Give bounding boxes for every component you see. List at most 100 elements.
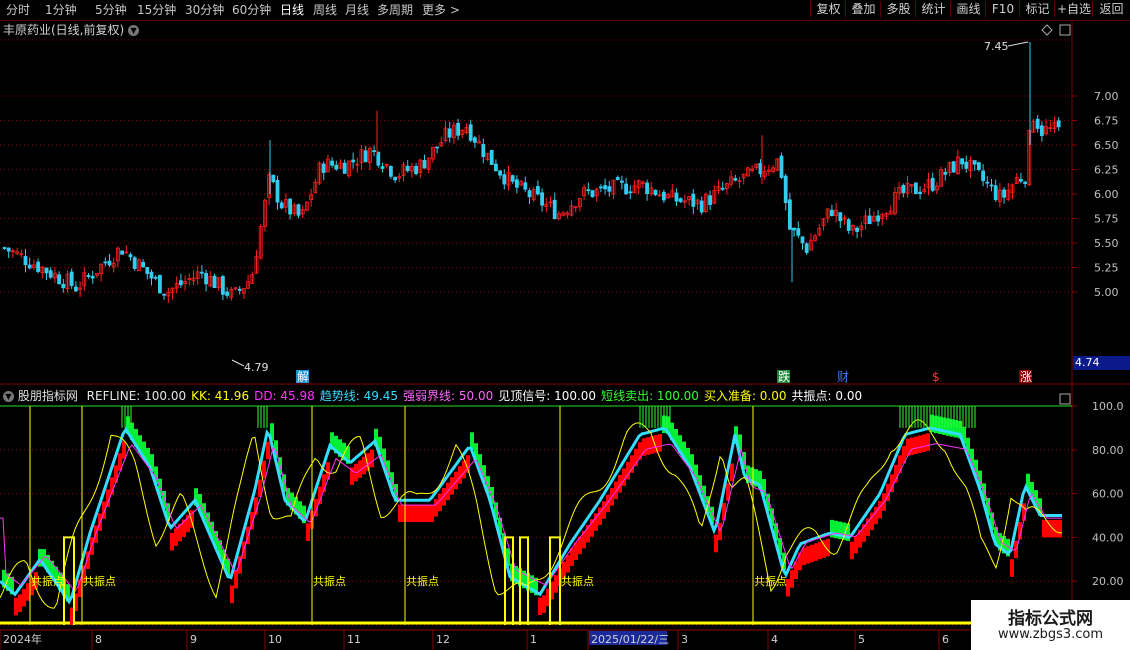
indicator-item: DD: 45.98 (254, 389, 315, 403)
candle-body (615, 177, 620, 181)
candle-body (481, 144, 486, 157)
trend-bar (874, 506, 878, 525)
watermark-url: www.zbgs3.com (997, 627, 1104, 642)
candle-body (178, 280, 183, 286)
candle-body (981, 170, 985, 182)
candle-body (120, 250, 124, 255)
candle-body (515, 179, 519, 188)
candle-body (393, 176, 398, 181)
candle-body (779, 155, 784, 178)
trend-bar (658, 434, 662, 452)
candle-body (162, 293, 167, 296)
watermark: 指标公式网 www.zbgs3.com (971, 600, 1130, 650)
trend-bar (18, 594, 22, 613)
candle-body (388, 165, 393, 177)
trend-bar (730, 463, 734, 482)
candle-body (1023, 181, 1027, 184)
candle-body (536, 186, 540, 195)
trend-bar (722, 502, 726, 521)
candle-body (405, 165, 410, 172)
time-label: 11 (347, 633, 361, 646)
time-label: 1 (530, 633, 537, 646)
candle-body (372, 150, 377, 153)
candle-body (199, 271, 204, 274)
trend-bar (370, 449, 374, 468)
chevron-down-icon[interactable]: ▼ (128, 25, 140, 36)
symbol-title[interactable]: 丰原药业(日线,前复权) ▼ (3, 21, 140, 38)
candle-body (204, 273, 209, 285)
trend-bar (430, 504, 434, 523)
indicator-item: 买入准备: 0.00 (703, 389, 787, 403)
time-label: 9 (190, 633, 197, 646)
candle-body (796, 228, 801, 236)
candle-body (930, 177, 935, 191)
candle-body (800, 236, 805, 244)
candle-body (141, 261, 146, 268)
candle-body (620, 180, 624, 183)
trend-bar (538, 597, 542, 616)
candle-body (422, 160, 427, 169)
trend-bar (422, 504, 426, 523)
indicator-item: 趋势线: 49.45 (319, 389, 398, 403)
candle-body (44, 267, 49, 274)
chart-canvas[interactable]: 7.45 4.79 解 跌 财 $ 涨 共振点 共振点 共振点 共振点 共振点 共振点 7.00 6.7… (0, 0, 1130, 650)
indicator-tick-label: 80.00 (1092, 444, 1124, 457)
event-mark: 涨 (1020, 369, 1032, 384)
chevron-down-icon[interactable]: ▼ (3, 391, 14, 402)
trend-bar (554, 575, 558, 593)
candle-body (220, 276, 225, 295)
indicator-name[interactable]: 股朋指标网 (18, 389, 78, 403)
trend-bar (790, 570, 794, 588)
trend-bar (1042, 519, 1046, 538)
candle-body (960, 158, 964, 165)
indicator-item: 强弱界线: 50.00 (403, 389, 494, 403)
trend-bar (826, 538, 830, 557)
candlesticks: 7.45 4.79 解 跌 财 $ 涨 (2, 40, 1061, 384)
candle-body (855, 227, 859, 232)
candle-body (380, 166, 385, 169)
trend-bar (854, 535, 858, 554)
candle-body (456, 122, 461, 136)
candle-body (153, 276, 158, 279)
trend-bar (398, 504, 402, 523)
candle-body (1056, 120, 1061, 128)
indicator-item: 见顶信号: 100.00 (498, 389, 597, 403)
price-tick-label: 6.25 (1094, 164, 1119, 177)
price-tick-label: 5.75 (1094, 213, 1119, 226)
candle-body (1035, 118, 1040, 129)
resonance-label: 共振点 (31, 574, 64, 588)
indicator-values: REFLINE: 100.00 KK: 41.96 DD: 45.98 趋势线: 49… (82, 389, 862, 403)
candle-body (498, 170, 503, 176)
candle-body (145, 266, 150, 274)
candle-body (662, 191, 666, 201)
indicator-header: ▼ 股朋指标网 REFLINE: 100.00 KK: 41.96 DD: 45.9… (3, 387, 862, 404)
price-tick-label: 7.00 (1094, 90, 1119, 103)
candle-body (1019, 178, 1023, 182)
indicator-item: KK: 41.96 (191, 389, 250, 403)
candle-body (951, 161, 956, 173)
candle-body (876, 215, 880, 222)
candle-body (447, 128, 452, 138)
candle-body (288, 198, 293, 215)
candle-body (351, 159, 356, 163)
trend-bar (914, 436, 918, 455)
candle-body (489, 149, 494, 165)
candle-body (603, 185, 607, 190)
candle-body (6, 247, 11, 252)
indicator-item: REFLINE: 100.00 (86, 389, 187, 403)
current-price-tag: 4.74 (1073, 356, 1130, 370)
candle-body (540, 192, 544, 206)
trend-bar (566, 555, 570, 573)
candle-body (36, 261, 40, 272)
trend-bar (542, 595, 546, 613)
candle-body (985, 181, 990, 184)
trend-bar (814, 543, 818, 561)
trend-bar (918, 435, 922, 453)
indicator-plot: 共振点 共振点 共振点 共振点 共振点 共振点 (0, 405, 1072, 625)
candle-body (552, 199, 557, 219)
candle-body (435, 146, 440, 149)
trend-bar (622, 468, 626, 486)
candle-body (867, 215, 872, 225)
candle-body (645, 182, 649, 195)
candle-body (23, 256, 28, 266)
